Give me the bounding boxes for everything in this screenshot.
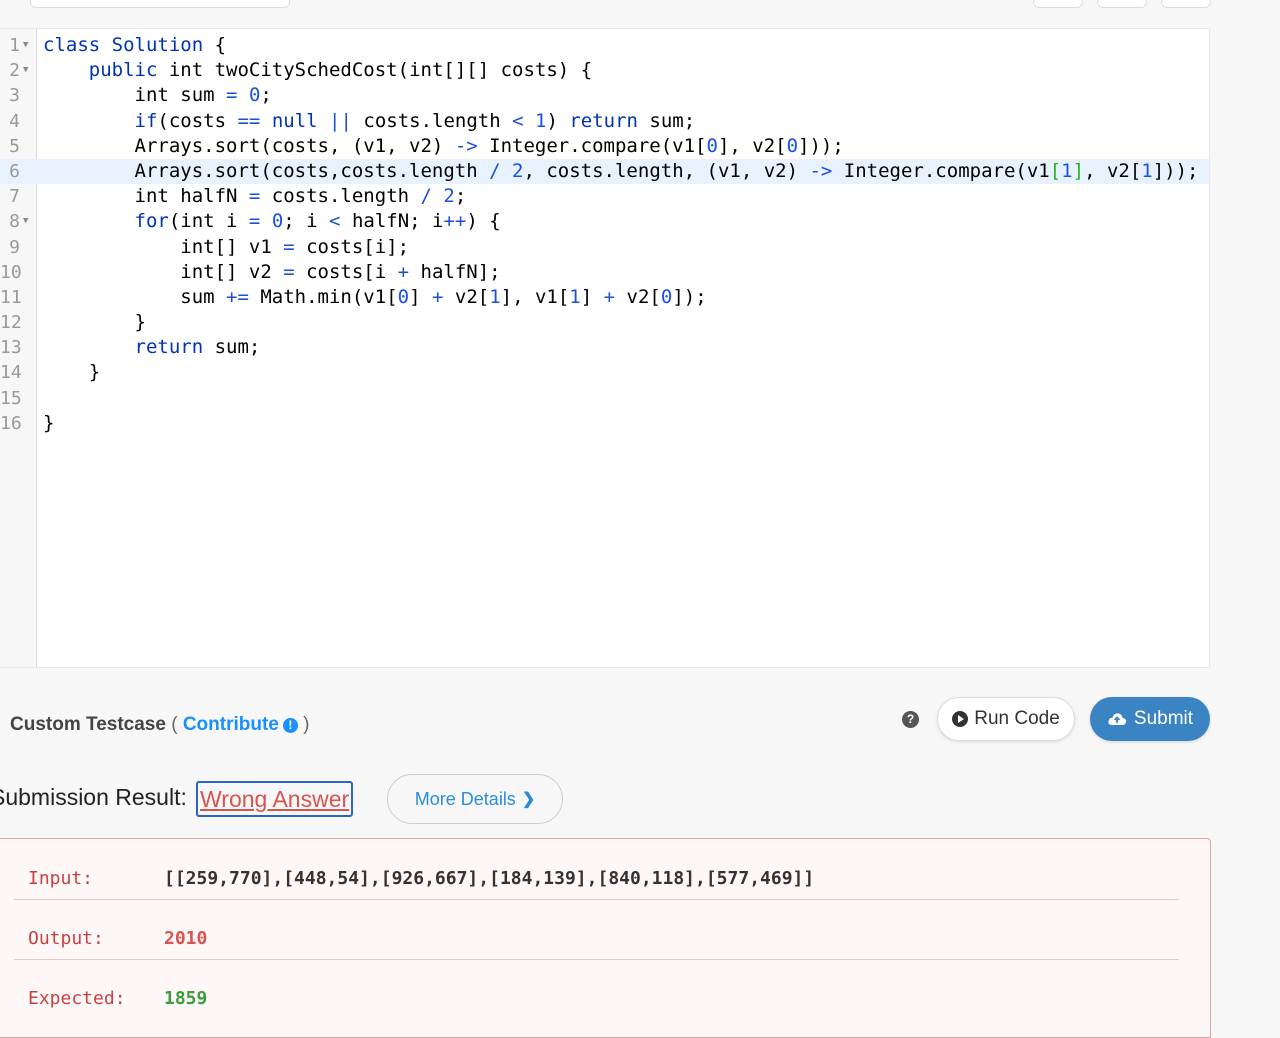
- output-label: Output:: [28, 928, 104, 949]
- line-number: 2: [9, 60, 20, 82]
- fold-arrow-icon[interactable]: ▼: [23, 33, 28, 58]
- code-line[interactable]: 5 Arrays.sort(costs, (v1, v2) -> Integer…: [0, 134, 1209, 159]
- code-line[interactable]: 16}: [0, 411, 1209, 436]
- question-circle-icon[interactable]: ?: [902, 711, 919, 728]
- line-number: 16: [0, 412, 22, 434]
- code-area[interactable]: 1 ▼ class Solution {2 ▼ public int twoCityS…: [0, 33, 1209, 436]
- run-code-button[interactable]: Run Code: [937, 697, 1075, 741]
- wrong-answer-link[interactable]: Wrong Answer: [196, 781, 354, 817]
- expected-value: 1859: [164, 988, 208, 1009]
- contribute-link[interactable]: Contribute: [183, 714, 279, 735]
- code-text[interactable]: }: [43, 310, 146, 335]
- line-number: 13: [0, 337, 22, 359]
- submit-button[interactable]: Submit: [1090, 697, 1210, 741]
- testcase-toolbar: Custom Testcase ( Contribute! ) ? Run Co…: [0, 690, 1220, 750]
- line-number: 7: [9, 186, 20, 208]
- code-text[interactable]: Arrays.sort(costs,costs.length / 2, cost…: [43, 159, 1199, 184]
- code-line[interactable]: 2 ▼ public int twoCitySchedCost(int[][] c…: [0, 58, 1209, 83]
- toolbar-button-3[interactable]: [1161, 0, 1211, 8]
- fold-arrow-icon[interactable]: ▼: [23, 58, 28, 83]
- code-line[interactable]: 1 ▼ class Solution {: [0, 33, 1209, 58]
- custom-testcase-label[interactable]: Custom Testcase ( Contribute! ): [10, 714, 309, 736]
- code-line[interactable]: 13 return sum;: [0, 335, 1209, 360]
- code-editor[interactable]: 1 ▼ class Solution {2 ▼ public int twoCityS…: [0, 28, 1210, 668]
- paren-close: ): [303, 714, 310, 735]
- code-line[interactable]: 11 sum += Math.min(v1[0] + v2[1], v1[1] …: [0, 285, 1209, 310]
- paren-open: (: [171, 714, 178, 735]
- code-line[interactable]: 4 if(costs == null || costs.length < 1) …: [0, 109, 1209, 134]
- line-number: 4: [9, 110, 20, 132]
- code-text[interactable]: int halfN = costs.length / 2;: [43, 184, 467, 209]
- line-number: 12: [0, 312, 22, 334]
- toolbar-button-2[interactable]: [1097, 0, 1147, 8]
- expected-row: Expected: 1859: [14, 959, 1179, 1019]
- line-number: 9: [9, 236, 20, 258]
- expected-label: Expected:: [28, 988, 126, 1009]
- code-line[interactable]: 12 }: [0, 310, 1209, 335]
- line-number: 15: [0, 387, 22, 409]
- line-number: 1: [9, 35, 20, 56]
- code-line[interactable]: 14 }: [0, 360, 1209, 385]
- input-label: Input:: [28, 868, 94, 889]
- chevron-right-icon: ❯: [521, 791, 536, 808]
- fold-arrow-icon[interactable]: ▼: [23, 209, 28, 234]
- top-toolbar-strip: [0, 0, 1280, 12]
- code-line[interactable]: 9 int[] v1 = costs[i];: [0, 235, 1209, 260]
- code-text[interactable]: for(int i = 0; i < halfN; i++) {: [43, 209, 501, 234]
- input-row: Input: [[259,770],[448,54],[926,667],[18…: [14, 839, 1179, 900]
- code-line[interactable]: 15: [0, 386, 1209, 411]
- line-number: 10: [0, 261, 22, 283]
- code-text[interactable]: Arrays.sort(costs, (v1, v2) -> Integer.c…: [43, 134, 844, 159]
- code-text[interactable]: }: [43, 411, 54, 436]
- line-number: 11: [0, 286, 22, 308]
- code-line[interactable]: 6 Arrays.sort(costs,costs.length / 2, co…: [0, 158, 1209, 185]
- language-select[interactable]: [30, 0, 290, 8]
- result-panel: Input: [[259,770],[448,54],[926,667],[18…: [0, 838, 1211, 1038]
- code-text[interactable]: public int twoCitySchedCost(int[][] cost…: [43, 58, 592, 83]
- code-text[interactable]: int sum = 0;: [43, 83, 272, 108]
- toolbar-button-1[interactable]: [1033, 0, 1083, 8]
- more-details-label: More Details: [414, 788, 516, 809]
- code-line[interactable]: 3 int sum = 0;: [0, 83, 1209, 108]
- code-text[interactable]: if(costs == null || costs.length < 1) re…: [43, 109, 696, 134]
- code-text[interactable]: return sum;: [43, 335, 261, 360]
- code-text[interactable]: class Solution {: [43, 33, 226, 58]
- custom-testcase-text[interactable]: Custom Testcase: [10, 714, 166, 735]
- code-text[interactable]: int[] v1 = costs[i];: [43, 235, 409, 260]
- submit-label: Submit: [1133, 708, 1194, 729]
- code-text[interactable]: sum += Math.min(v1[0] + v2[1], v1[1] + v…: [43, 285, 706, 310]
- code-line[interactable]: 10 int[] v2 = costs[i + halfN];: [0, 260, 1209, 285]
- line-number: 6: [9, 160, 20, 182]
- line-number: 3: [9, 85, 20, 107]
- play-circle-icon: [952, 711, 969, 727]
- code-line[interactable]: 7 int halfN = costs.length / 2;: [0, 184, 1209, 209]
- line-number: 5: [9, 135, 20, 157]
- line-number: 8: [9, 211, 20, 233]
- input-value: [[259,770],[448,54],[926,667],[184,139],…: [164, 868, 815, 889]
- output-row: Output: 2010: [14, 899, 1179, 960]
- more-details-button[interactable]: More Details ❯: [387, 774, 563, 824]
- line-number: 14: [0, 362, 22, 384]
- code-text[interactable]: int[] v2 = costs[i + halfN];: [43, 260, 500, 285]
- info-icon[interactable]: !: [282, 718, 298, 733]
- submission-result-row: Submission Result: Wrong Answer More Det…: [0, 774, 1220, 826]
- submission-result-label: Submission Result:: [0, 784, 187, 810]
- code-line[interactable]: 8 ▼ for(int i = 0; i < halfN; i++) {: [0, 209, 1209, 234]
- run-code-label: Run Code: [974, 708, 1060, 729]
- code-text[interactable]: }: [43, 360, 100, 385]
- cloud-upload-icon: [1108, 713, 1127, 725]
- output-value: 2010: [164, 928, 208, 949]
